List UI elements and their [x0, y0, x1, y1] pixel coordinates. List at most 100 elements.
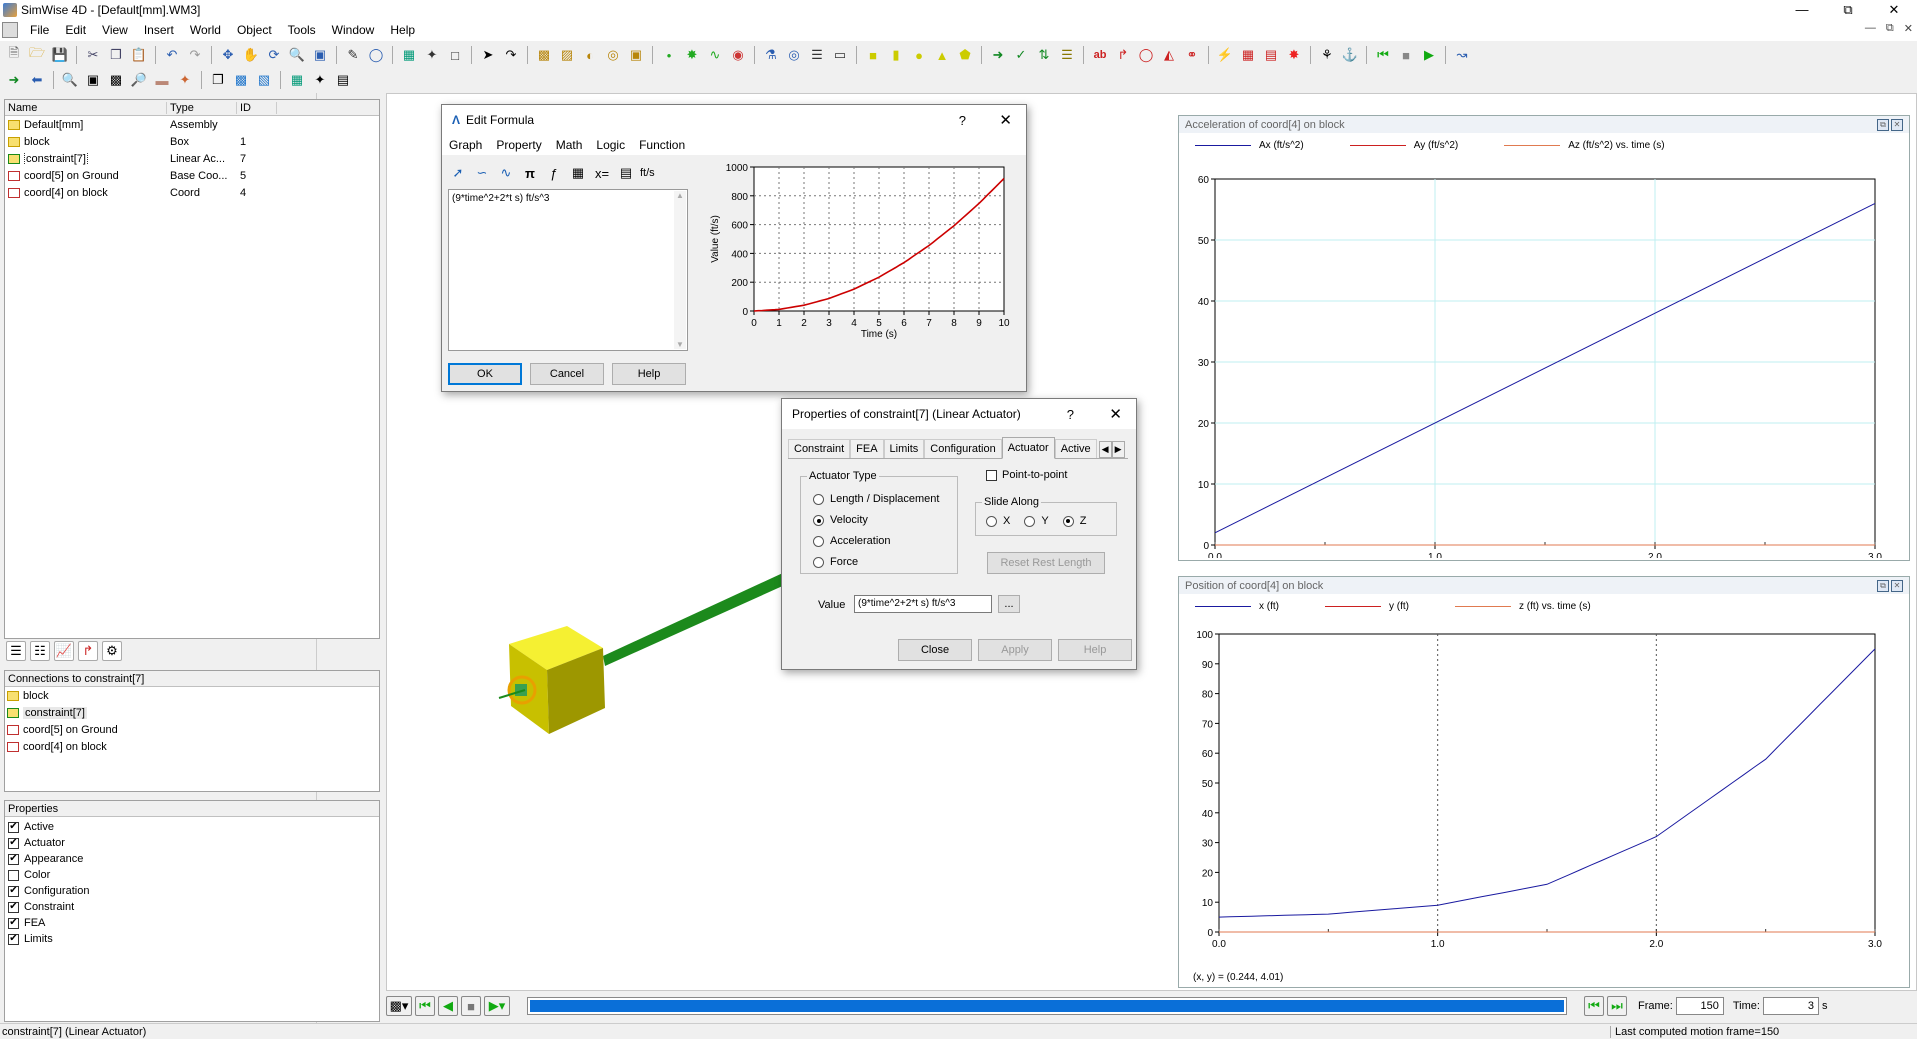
open-file-icon[interactable]: 🗁	[27, 45, 47, 65]
solid-view-icon[interactable]: ▩	[231, 70, 251, 90]
gravity-icon[interactable]: ⇅	[1034, 45, 1054, 65]
tab-limits[interactable]: Limits	[883, 439, 925, 458]
prev-frame-icon[interactable]: ⏮	[1584, 996, 1604, 1016]
point-icon[interactable]: •	[659, 45, 679, 65]
property-item[interactable]: ✔ Actuator	[8, 835, 379, 851]
mdi-minimize-button[interactable]: —	[1865, 22, 1876, 35]
reset-rest-length-button[interactable]: Reset Rest Length	[987, 552, 1105, 574]
sphere-shape-icon[interactable]: ●	[909, 45, 929, 65]
pos-restore-icon[interactable]: ⧉	[1877, 579, 1889, 592]
radio-button[interactable]	[1024, 515, 1036, 527]
formula-help-btn[interactable]: Help	[612, 363, 686, 385]
menu-insert[interactable]: Insert	[136, 23, 182, 37]
anchor-icon[interactable]: ⚓	[1340, 45, 1360, 65]
radio-button[interactable]	[813, 536, 824, 547]
property-checkbox[interactable]: ✔	[8, 885, 19, 897]
radio-button[interactable]	[813, 557, 824, 568]
col-id[interactable]: ID	[237, 101, 277, 114]
save-icon[interactable]: 💾	[50, 45, 70, 65]
wave-icon[interactable]: ∿	[496, 163, 516, 183]
tab-actuator[interactable]: Actuator	[1001, 437, 1055, 459]
cylinder-shape-icon[interactable]: ▮	[886, 45, 906, 65]
property-checkbox[interactable]: ✔	[8, 933, 19, 945]
tracking-icon[interactable]: ↝	[1452, 45, 1472, 65]
tree-view-tab-icon[interactable]: ☰	[6, 641, 26, 661]
new-file-icon[interactable]: 🗎	[4, 45, 24, 65]
zoom-in-icon[interactable]: 🔍	[60, 70, 80, 90]
iso-view-icon[interactable]: ❐	[208, 70, 228, 90]
text-tool-icon[interactable]: ab	[1090, 45, 1110, 65]
graph-tab-icon[interactable]: 📈	[54, 641, 74, 661]
acceleration-graph-window[interactable]: Acceleration of coord[4] on block ⧉ ✕ Ax…	[1178, 115, 1910, 563]
radio-button[interactable]	[813, 494, 824, 505]
layers-icon[interactable]: ▭	[830, 45, 850, 65]
document-system-icon[interactable]	[2, 22, 18, 38]
property-checkbox[interactable]	[8, 869, 19, 881]
zoom-icon[interactable]: 🔍	[287, 45, 307, 65]
shade-icon[interactable]: ▬	[152, 70, 172, 90]
function-icon[interactable]: ƒ	[544, 163, 564, 183]
step-back-icon[interactable]: ◀	[438, 996, 458, 1016]
radio-button[interactable]	[986, 515, 997, 527]
formula-menu-property[interactable]: Property	[489, 138, 548, 152]
curve-icon[interactable]: ∽	[472, 163, 492, 183]
menu-file[interactable]: File	[22, 23, 57, 37]
actuator-rod[interactable]	[603, 572, 787, 666]
property-item[interactable]: ✔ Active	[8, 819, 379, 835]
col-type[interactable]: Type	[167, 101, 237, 114]
accel-restore-icon[interactable]: ⧉	[1877, 118, 1889, 131]
playback-mode-icon[interactable]: ▩▾	[386, 996, 412, 1016]
coord-tool-icon[interactable]: ◎	[603, 45, 623, 65]
meter-icon[interactable]: ◎	[784, 45, 804, 65]
constraint-tab-icon[interactable]: ↱	[78, 641, 98, 661]
table-icon[interactable]: ▦	[568, 163, 588, 183]
props-help-button[interactable]: ?	[1067, 407, 1074, 422]
link-icon[interactable]: ⚭	[1182, 45, 1202, 65]
value-input[interactable]: (9*time^2+2*t s) ft/s^3	[854, 595, 992, 613]
move-icon[interactable]: ✥	[218, 45, 238, 65]
formula-menu-function[interactable]: Function	[632, 138, 692, 152]
view-icon[interactable]: ◯	[366, 45, 386, 65]
pi-icon[interactable]: π	[520, 163, 540, 183]
mdi-restore-button[interactable]: ⧉	[1886, 22, 1894, 35]
units-icon[interactable]: ▤	[616, 163, 636, 183]
slide-axis-option[interactable]: Z	[1062, 515, 1086, 527]
actuator-type-option[interactable]: Velocity	[813, 510, 939, 531]
connection-item[interactable]: coord[4] on block	[7, 738, 379, 755]
formula-cancel-button[interactable]: Cancel	[530, 363, 604, 385]
property-checkbox[interactable]: ✔	[8, 821, 19, 833]
pin-joint-icon[interactable]: ◉	[728, 45, 748, 65]
tree-row[interactable]: coord[4] on block Coord 4	[5, 184, 379, 201]
polygon-shape-icon[interactable]: ⬟	[955, 45, 975, 65]
actuator-type-option[interactable]: Force	[813, 552, 939, 573]
actuator-type-option[interactable]: Length / Displacement	[813, 489, 939, 510]
menu-object[interactable]: Object	[229, 23, 280, 37]
contact-icon[interactable]: ▦	[1238, 45, 1258, 65]
accel-close-icon[interactable]: ✕	[1891, 118, 1903, 131]
property-checkbox[interactable]: ✔	[8, 901, 19, 913]
actuator-type-option[interactable]: Acceleration	[813, 531, 939, 552]
menu-view[interactable]: View	[94, 23, 136, 37]
select-multi-icon[interactable]: ↷	[501, 45, 521, 65]
property-checkbox[interactable]: ✔	[8, 837, 19, 849]
rewind-icon[interactable]: ⏮	[415, 996, 435, 1016]
menu-tools[interactable]: Tools	[280, 23, 324, 37]
list-view-tab-icon[interactable]: ☷	[30, 641, 50, 661]
stop-icon[interactable]: ■	[461, 996, 481, 1016]
props-apply-button[interactable]: Apply	[978, 639, 1052, 661]
maximize-button[interactable]: ⧉	[1825, 0, 1871, 19]
probe-icon[interactable]: ⚡	[1215, 45, 1235, 65]
spring-icon[interactable]: ✸	[682, 45, 702, 65]
rope-icon[interactable]: ∿	[705, 45, 725, 65]
settings-tab-icon[interactable]: ⚙	[102, 641, 122, 661]
render-icon[interactable]: ✎	[343, 45, 363, 65]
table-icon[interactable]: ☰	[807, 45, 827, 65]
tab-configuration[interactable]: Configuration	[924, 439, 1002, 458]
forward-icon[interactable]: ➜	[4, 70, 24, 90]
run-sim-icon[interactable]: ▶	[1419, 45, 1439, 65]
props-close-button[interactable]: Close	[898, 639, 972, 661]
zoom-window-icon[interactable]: ▣	[83, 70, 103, 90]
dimension-icon[interactable]: ▣	[626, 45, 646, 65]
connection-item[interactable]: constraint[7]	[7, 704, 379, 721]
grid-icon[interactable]: ▦	[399, 45, 419, 65]
